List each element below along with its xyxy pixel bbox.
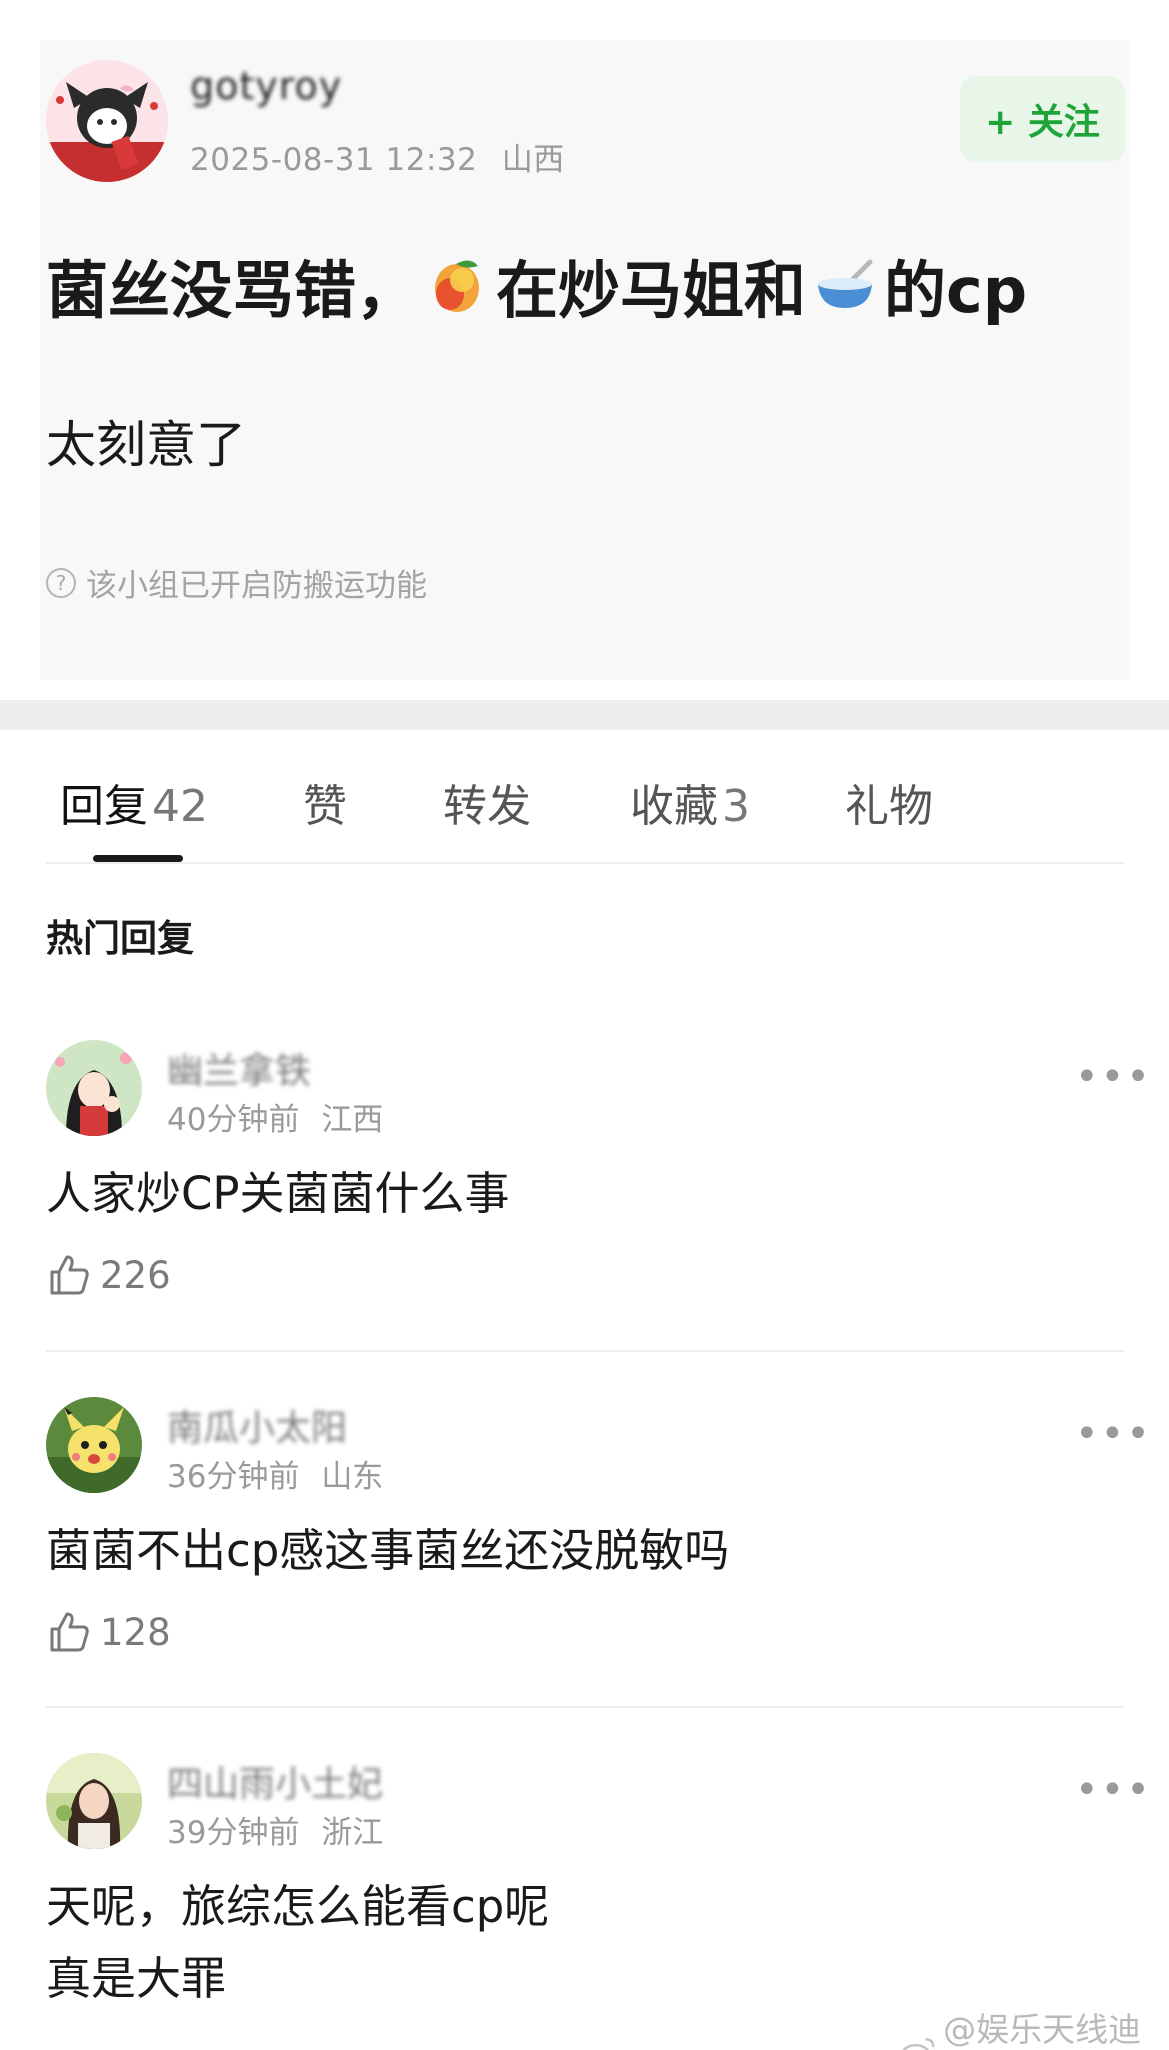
comment-location: 浙江: [321, 1815, 384, 1851]
comment-text-line: 天呢，旅综怎么能看cp呢: [46, 1880, 550, 1933]
section-divider: [0, 700, 1169, 730]
tab-replies-count: 42: [152, 781, 208, 832]
commenter-name[interactable]: 幽兰拿铁: [167, 1042, 311, 1094]
commenter-name[interactable]: 南瓜小太阳: [167, 1399, 347, 1451]
bowl-emoji-icon: [818, 259, 873, 308]
credit-text: @娱乐天线迪西: [943, 2010, 1142, 2049]
post-title: 菌丝没骂错， 在炒马姐和 的cp: [46, 240, 1027, 330]
comment-divider: [46, 1350, 1124, 1352]
anti-copy-notice[interactable]: ? 该小组已开启防搬运功能: [46, 560, 427, 605]
like-count: 128: [100, 1610, 171, 1654]
post-tabs: 回复42 赞 转发 收藏3 礼物: [0, 730, 1169, 865]
title-part-3: 的cp: [884, 254, 1028, 327]
thumbs-up-icon: [50, 1612, 89, 1652]
comment-location: 山东: [321, 1459, 384, 1495]
tab-replies[interactable]: 回复42: [60, 770, 208, 834]
commenter-name[interactable]: 四山雨小土妃: [167, 1755, 383, 1807]
title-part-1: 菌丝没骂错，: [46, 254, 419, 327]
tab-favorites-count: 3: [722, 781, 750, 832]
post-timestamp: 2025-08-31 12:32: [190, 142, 478, 178]
tab-gifts[interactable]: 礼物: [845, 770, 933, 834]
title-part-2: 在炒马姐和: [496, 254, 807, 327]
comment-text: 人家炒CP关菌菌什么事: [46, 1158, 510, 1230]
mango-emoji-icon: [435, 260, 480, 312]
more-dots-icon[interactable]: •••: [1075, 1767, 1152, 1813]
commenter-avatar[interactable]: [46, 1397, 142, 1493]
follow-button[interactable]: + 关注: [960, 76, 1125, 162]
active-tab-indicator: [93, 855, 183, 862]
like-button[interactable]: 128: [46, 1609, 171, 1655]
post-body: 太刻意了: [46, 416, 246, 474]
comment-text-line: 真是大罪: [46, 1952, 227, 2005]
comment-time: 39分钟前: [167, 1815, 300, 1851]
tab-likes[interactable]: 赞: [303, 770, 347, 834]
comment-meta: 40分钟前 江西: [167, 1094, 383, 1139]
author-avatar[interactable]: [46, 60, 168, 182]
commenter-avatar[interactable]: [46, 1753, 142, 1849]
weibo-icon: [902, 2038, 935, 2050]
comment-time: 40分钟前: [167, 1102, 300, 1138]
like-button[interactable]: 226: [46, 1252, 171, 1298]
tab-likes-label: 赞: [303, 781, 347, 832]
question-circle-icon: ?: [46, 567, 76, 598]
tabs-divider: [46, 862, 1124, 864]
more-dots-icon[interactable]: •••: [1075, 1054, 1152, 1100]
comment-meta: 36分钟前 山东: [167, 1451, 383, 1496]
tab-favorites[interactable]: 收藏3: [630, 770, 750, 834]
tab-gifts-label: 礼物: [845, 781, 933, 832]
tab-replies-label: 回复: [60, 781, 148, 832]
comment-text: 菌菌不出cp感这事菌丝还没脱敏吗: [46, 1515, 729, 1587]
comment-location: 江西: [321, 1102, 384, 1138]
post-meta: 2025-08-31 12:32 山西: [190, 134, 565, 179]
source-credit: @娱乐天线迪西: [900, 2003, 1169, 2050]
hot-replies-heading: 热门回复: [46, 917, 194, 960]
more-dots-icon[interactable]: •••: [1075, 1411, 1152, 1457]
tab-reposts-label: 转发: [443, 781, 531, 832]
comment-text: 天呢，旅综怎么能看cp呢 真是大罪: [46, 1871, 549, 2015]
comment-time: 36分钟前: [167, 1459, 300, 1495]
commenter-avatar[interactable]: [46, 1040, 142, 1136]
tab-favorites-label: 收藏: [630, 781, 718, 832]
anti-copy-text: 该小组已开启防搬运功能: [86, 568, 427, 604]
post-card: gotyroy 2025-08-31 12:32 山西 + 关注 菌丝没骂错， …: [0, 0, 1169, 700]
like-count: 226: [100, 1253, 171, 1297]
post-location: 山西: [501, 142, 565, 178]
thumbs-up-icon: [50, 1255, 89, 1295]
author-name[interactable]: gotyroy: [190, 64, 342, 108]
tab-reposts[interactable]: 转发: [443, 770, 531, 834]
comment-divider: [46, 1706, 1124, 1708]
comment-meta: 39分钟前 浙江: [167, 1807, 383, 1852]
comment-text-line: 菌菌不出cp感这事菌丝还没脱敏吗: [46, 1524, 730, 1577]
comment-text-line: 人家炒CP关菌菌什么事: [46, 1167, 510, 1220]
